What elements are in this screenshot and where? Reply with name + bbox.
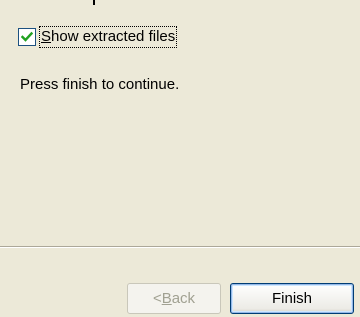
show-extracted-files-label-text: how extracted files [51,28,176,45]
finish-button-label: Finish [271,290,312,307]
back-button-prefix: < [152,290,162,307]
back-button-accel: B [161,290,172,307]
check-icon [21,31,33,42]
clipped-text-fragment [93,0,95,5]
instruction-text: Press finish to continue. [20,76,180,93]
back-button-label: ack [171,290,196,307]
show-extracted-files-accel: S [41,28,52,45]
back-button[interactable]: < Back [127,283,221,314]
button-area-divider [0,246,360,248]
show-extracted-files-option[interactable]: Show extracted files [18,25,178,49]
wizard-dialog: Show extracted files Press finish to con… [0,0,360,317]
finish-button[interactable]: Finish [230,283,354,314]
show-extracted-files-checkbox[interactable] [18,28,36,46]
show-extracted-files-label[interactable]: Show extracted files [39,26,178,48]
